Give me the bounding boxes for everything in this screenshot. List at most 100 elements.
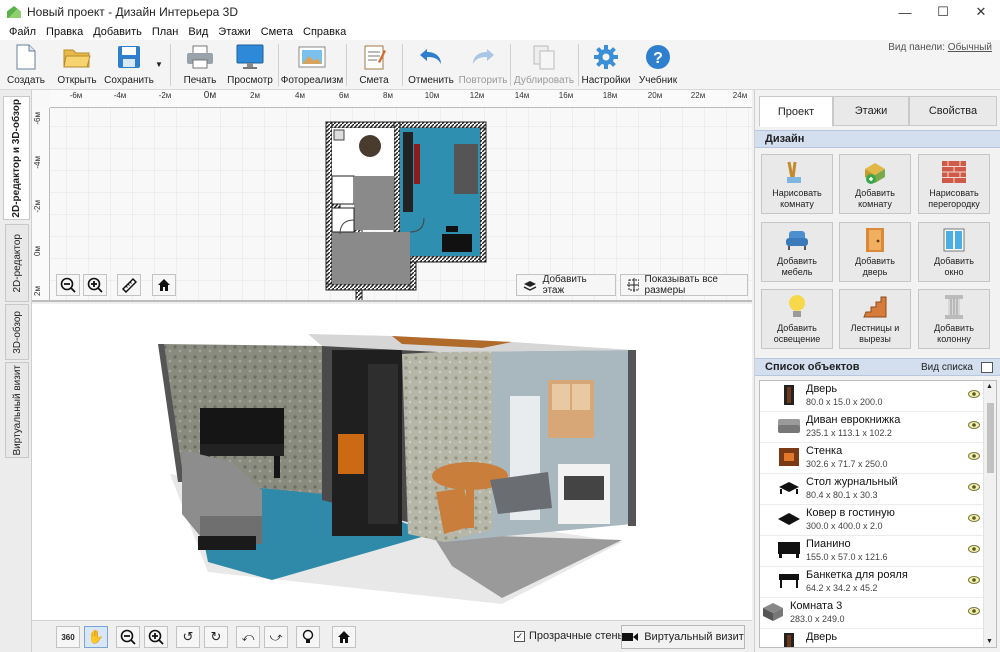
tilt-up-button[interactable]: ⤺ <box>236 626 260 648</box>
menu-view[interactable]: Вид <box>183 26 213 38</box>
object-list: Дверь 80.0 x 15.0 x 200.0 Диван еврокниж… <box>759 380 997 648</box>
ruler-vertical: -6м -4м -2м 0м 2м <box>32 108 50 300</box>
menu-plan[interactable]: План <box>147 26 184 38</box>
rotate-right-button[interactable]: ↻ <box>204 626 228 648</box>
save-button[interactable]: Сохранить <box>104 42 154 88</box>
wall-unit-thumb-icon <box>778 447 800 467</box>
show-all-sizes-button[interactable]: Показывать все размеры <box>620 274 748 296</box>
rotate-left-button[interactable]: ↺ <box>176 626 200 648</box>
view-3d[interactable] <box>32 304 752 620</box>
list-view-icon[interactable] <box>981 362 993 373</box>
add-column-button[interactable]: Добавить колонну <box>918 289 990 349</box>
tutorial-button[interactable]: ? Учебник <box>636 42 680 88</box>
visibility-eye-icon[interactable] <box>968 545 980 553</box>
menu-help[interactable]: Справка <box>298 26 351 38</box>
virtual-visit-button[interactable]: Виртуальный визит <box>621 625 745 649</box>
tab-floors[interactable]: Этажи <box>833 96 909 126</box>
close-button[interactable]: ✕ <box>962 0 1000 24</box>
open-button[interactable]: Открыть <box>55 42 99 88</box>
list-item[interactable]: Дверь <box>760 629 984 647</box>
create-button[interactable]: Создать <box>6 42 46 88</box>
draw-partition-button[interactable]: Нарисовать перегородку <box>918 154 990 214</box>
measure-button[interactable] <box>117 274 141 296</box>
zoom-in-3d-button[interactable] <box>144 626 168 648</box>
zoom-out-3d-button[interactable] <box>116 626 140 648</box>
list-view-link[interactable]: Вид списка <box>921 362 973 373</box>
visibility-eye-icon[interactable] <box>968 421 980 429</box>
scroll-thumb[interactable] <box>987 403 994 473</box>
visibility-eye-icon[interactable] <box>968 483 980 491</box>
add-furniture-button[interactable]: Добавить мебель <box>761 222 833 282</box>
tab-3d[interactable]: 3D-обзор <box>5 304 29 360</box>
object-list-scrollbar[interactable]: ▲ ▼ <box>983 381 996 647</box>
visibility-eye-icon[interactable] <box>968 452 980 460</box>
list-item[interactable]: Комната 3 283.0 x 249.0 <box>760 598 984 629</box>
maximize-button[interactable]: ☐ <box>924 0 962 24</box>
transparent-walls-checkbox[interactable]: ✓ Прозрачные стены <box>514 630 625 642</box>
add-room-icon <box>862 159 888 185</box>
list-item[interactable]: Стенка 302.6 x 71.7 x 250.0 <box>760 443 984 474</box>
tab-project[interactable]: Проект <box>759 96 833 127</box>
add-floor-button[interactable]: Добавить этаж <box>516 274 616 296</box>
zoom-out-button[interactable] <box>56 274 80 296</box>
tab-2d-3d[interactable]: 2D-редактор и 3D-обзор <box>3 96 30 220</box>
duplicate-button[interactable]: Дублировать <box>514 42 574 88</box>
visibility-eye-icon[interactable] <box>968 576 980 584</box>
visibility-eye-icon[interactable] <box>968 607 980 615</box>
redo-button[interactable]: Повторить <box>459 42 507 88</box>
print-button[interactable]: Печать <box>180 42 220 88</box>
zoom-in-icon <box>148 629 164 645</box>
add-window-button[interactable]: Добавить окно <box>918 222 990 282</box>
menu-floors[interactable]: Этажи <box>213 26 255 38</box>
pan-hand-button[interactable]: ✋ <box>84 626 108 648</box>
draw-room-button[interactable]: Нарисовать комнату <box>761 154 833 214</box>
list-item[interactable]: Стол журнальный 80.4 x 80.1 x 30.3 <box>760 474 984 505</box>
add-room-button[interactable]: Добавить комнату <box>839 154 911 214</box>
menu-add[interactable]: Добавить <box>88 26 147 38</box>
list-item[interactable]: Пианино 155.0 x 57.0 x 121.6 <box>760 536 984 567</box>
scroll-down-icon[interactable]: ▼ <box>986 638 993 645</box>
visibility-eye-icon[interactable] <box>968 390 980 398</box>
stairs-and-cutouts-button[interactable]: Лестницы и вырезы <box>839 289 911 349</box>
tab-virtual-visit[interactable]: Виртуальный визит <box>5 362 29 458</box>
plan-2d-view[interactable]: -6м -4м -2м 0м 2м 4м 6м 8м 10м 12м 14м 1… <box>32 90 752 302</box>
add-door-button[interactable]: Добавить дверь <box>839 222 911 282</box>
home-3d-button[interactable] <box>332 626 356 648</box>
minimize-button[interactable]: — <box>886 0 924 24</box>
photorealism-button[interactable]: Фотореализм <box>281 42 343 88</box>
photo-icon <box>297 42 327 72</box>
menu-bar: Файл Правка Добавить План Вид Этажи Смет… <box>0 24 1000 40</box>
home-icon <box>338 631 350 643</box>
open-folder-icon <box>62 42 92 72</box>
rotate-360-button[interactable]: 360 <box>56 626 80 648</box>
zoom-in-button[interactable] <box>83 274 107 296</box>
title-bar: Новый проект - Дизайн Интерьера 3D — ☐ ✕ <box>0 0 1000 24</box>
panel-view-link[interactable]: Обычный <box>948 42 992 53</box>
scroll-up-icon[interactable]: ▲ <box>986 383 993 390</box>
visibility-eye-icon[interactable] <box>968 514 980 522</box>
list-item[interactable]: Банкетка для рояля 64.2 x 34.2 x 45.2 <box>760 567 984 598</box>
room-3d-render[interactable] <box>32 304 752 620</box>
floor-plan-drawing[interactable] <box>50 108 752 302</box>
list-item[interactable]: Диван еврокнижка 235.1 x 113.1 x 102.2 <box>760 412 984 443</box>
add-lighting-button[interactable]: Добавить освещение <box>761 289 833 349</box>
undo-button[interactable]: Отменить <box>408 42 454 88</box>
ruler-horizontal: -6м -4м -2м 0м 2м 4м 6м 8м 10м 12м 14м 1… <box>50 90 752 108</box>
list-item[interactable]: Дверь 80.0 x 15.0 x 200.0 <box>760 381 984 412</box>
list-item[interactable]: Ковер в гостиную 300.0 x 400.0 x 2.0 <box>760 505 984 536</box>
menu-estimate[interactable]: Смета <box>256 26 298 38</box>
tab-properties[interactable]: Свойства <box>909 96 997 126</box>
view-mode-tabs: 2D-редактор и 3D-обзор 2D-редактор 3D-об… <box>0 90 32 652</box>
menu-file[interactable]: Файл <box>4 26 41 38</box>
printer-icon <box>185 42 215 72</box>
estimate-button[interactable]: Смета <box>356 42 392 88</box>
home-view-button[interactable] <box>152 274 176 296</box>
settings-button[interactable]: Настройки <box>581 42 631 88</box>
lighting-button[interactable] <box>296 626 320 648</box>
tilt-down-button[interactable]: ⤻ <box>264 626 288 648</box>
menu-edit[interactable]: Правка <box>41 26 88 38</box>
bench-thumb-icon <box>778 571 800 591</box>
preview-button[interactable]: Просмотр <box>227 42 273 88</box>
save-dropdown-arrow-icon[interactable]: ▼ <box>155 60 163 69</box>
tab-2d[interactable]: 2D-редактор <box>5 224 29 302</box>
